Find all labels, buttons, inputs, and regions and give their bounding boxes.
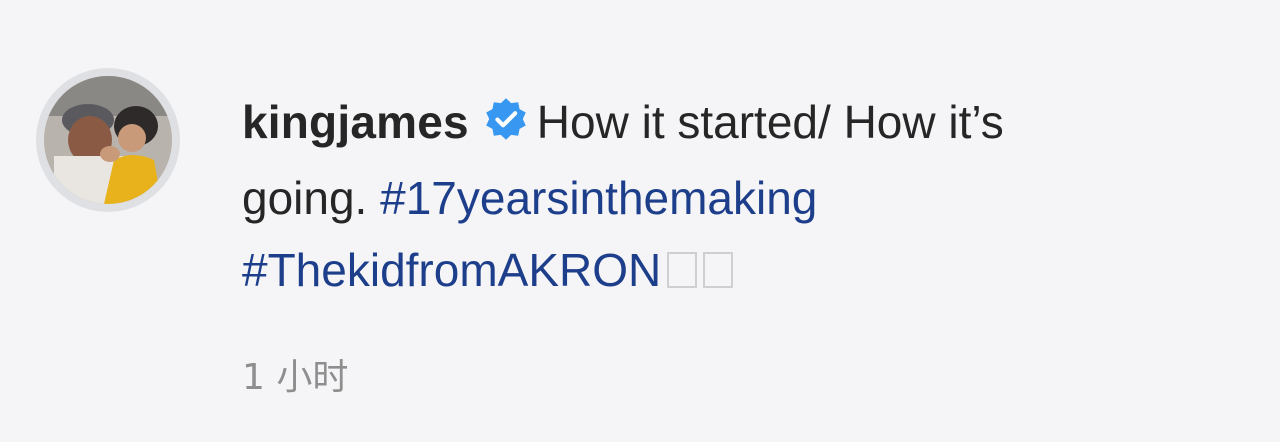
avatar-photo	[44, 76, 172, 204]
username-link[interactable]: kingjames	[242, 96, 469, 148]
hashtag-link-17yearsinthemaking[interactable]: #17yearsinthemaking	[380, 172, 817, 224]
timestamp[interactable]: 1 小时	[242, 348, 348, 400]
avatar[interactable]	[36, 68, 180, 212]
emoji-placeholder	[667, 252, 698, 288]
comment-text: kingjames How it started/ How it’s going.…	[242, 86, 1182, 306]
comment-text-line1: How it started/ How it’s	[536, 96, 1004, 148]
comment: kingjames How it started/ How it’s going.…	[0, 0, 1280, 442]
verified-badge-icon	[483, 90, 529, 162]
avatar-photo-image	[44, 76, 172, 204]
hashtag-link-thekidfromakron[interactable]: #ThekidfromAKRON	[242, 244, 661, 296]
comment-text-line2: going.	[242, 172, 368, 224]
emoji-placeholder	[703, 252, 734, 288]
